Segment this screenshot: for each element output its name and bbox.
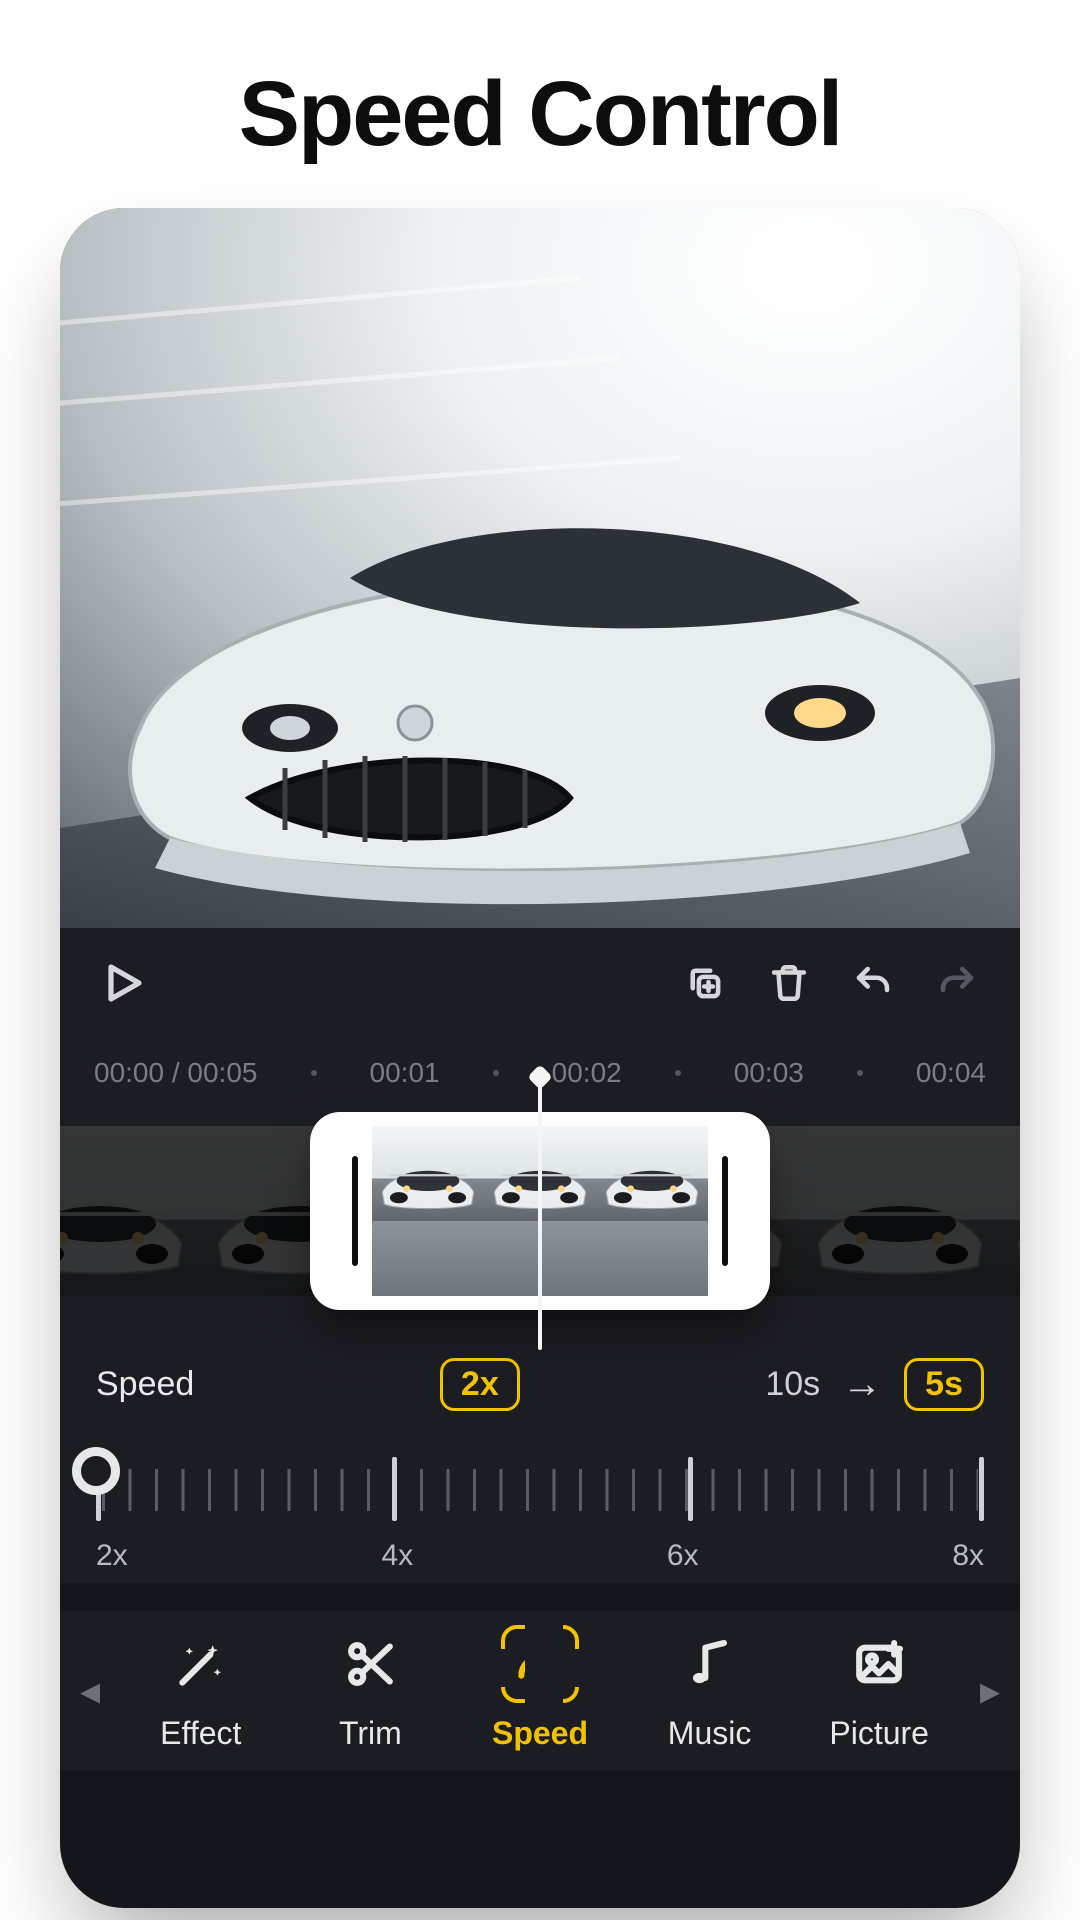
speed-from-duration: 10s <box>765 1365 820 1404</box>
play-button[interactable] <box>94 954 152 1012</box>
tab-picture[interactable]: Picture <box>796 1611 962 1770</box>
tabs-scroll-right[interactable]: ▸ <box>968 1647 1012 1735</box>
clip-handle-left[interactable] <box>352 1156 358 1266</box>
tab-label: Effect <box>160 1715 241 1752</box>
wand-sparkles-icon <box>173 1636 229 1692</box>
video-preview[interactable] <box>60 208 1020 928</box>
arrow-right-icon: → <box>842 1362 882 1407</box>
tab-trim[interactable]: Trim <box>288 1611 454 1770</box>
tab-label: Music <box>668 1715 752 1752</box>
phone-frame: 00:00 / 00:05 00:01 00:02 00:03 00:04 <box>60 208 1020 1908</box>
tab-label: Speed <box>492 1715 588 1752</box>
redo-button[interactable] <box>928 954 986 1012</box>
speed-to-duration-chip: 5s <box>904 1358 984 1411</box>
time-mark: 00:03 <box>734 1057 804 1089</box>
slider-knob[interactable] <box>72 1447 120 1495</box>
tab-label: Picture <box>829 1715 929 1752</box>
tab-music[interactable]: Music <box>627 1611 793 1770</box>
undo-button[interactable] <box>844 954 902 1012</box>
gauge-icon <box>512 1636 568 1692</box>
speed-slider[interactable] <box>96 1453 984 1533</box>
slider-major-tick <box>979 1457 984 1521</box>
slider-track <box>102 1469 978 1511</box>
slider-major-tick <box>688 1457 693 1521</box>
speed-multiplier-chip[interactable]: 2x <box>440 1358 520 1411</box>
tool-tabs: ◂ Effect <box>60 1611 1020 1770</box>
promo-title: Speed Control <box>0 0 1080 167</box>
preview-toolbar <box>60 928 1020 1038</box>
time-mark: 00:02 <box>552 1057 622 1089</box>
speed-panel: Speed 2x 10s → 5s 2x 4x 6x 8x <box>60 1318 1020 1583</box>
tabs-scroll-left[interactable]: ◂ <box>68 1647 112 1735</box>
slider-major-tick <box>392 1457 397 1521</box>
delete-button[interactable] <box>760 954 818 1012</box>
tab-speed[interactable]: Speed <box>457 1611 623 1770</box>
music-note-icon <box>682 1636 738 1692</box>
speed-label: Speed <box>96 1365 194 1404</box>
timeline-strip[interactable] <box>60 1108 1020 1318</box>
slider-label: 2x <box>96 1539 128 1573</box>
scissors-icon <box>342 1636 398 1692</box>
time-current-total: 00:00 / 00:05 <box>94 1057 257 1089</box>
tab-label: Trim <box>339 1715 402 1752</box>
slider-label: 6x <box>667 1539 699 1573</box>
time-mark: 00:04 <box>916 1057 986 1089</box>
slider-labels: 2x 4x 6x 8x <box>96 1539 984 1573</box>
image-plus-icon <box>851 1636 907 1692</box>
clip-handle-right[interactable] <box>722 1156 728 1266</box>
preview-car-illustration <box>60 208 1020 928</box>
playhead[interactable] <box>538 1074 542 1350</box>
duplicate-button[interactable] <box>676 954 734 1012</box>
slider-label: 8x <box>952 1539 984 1573</box>
slider-label: 4x <box>381 1539 413 1573</box>
tab-effect[interactable]: Effect <box>118 1611 284 1770</box>
time-mark: 00:01 <box>370 1057 440 1089</box>
